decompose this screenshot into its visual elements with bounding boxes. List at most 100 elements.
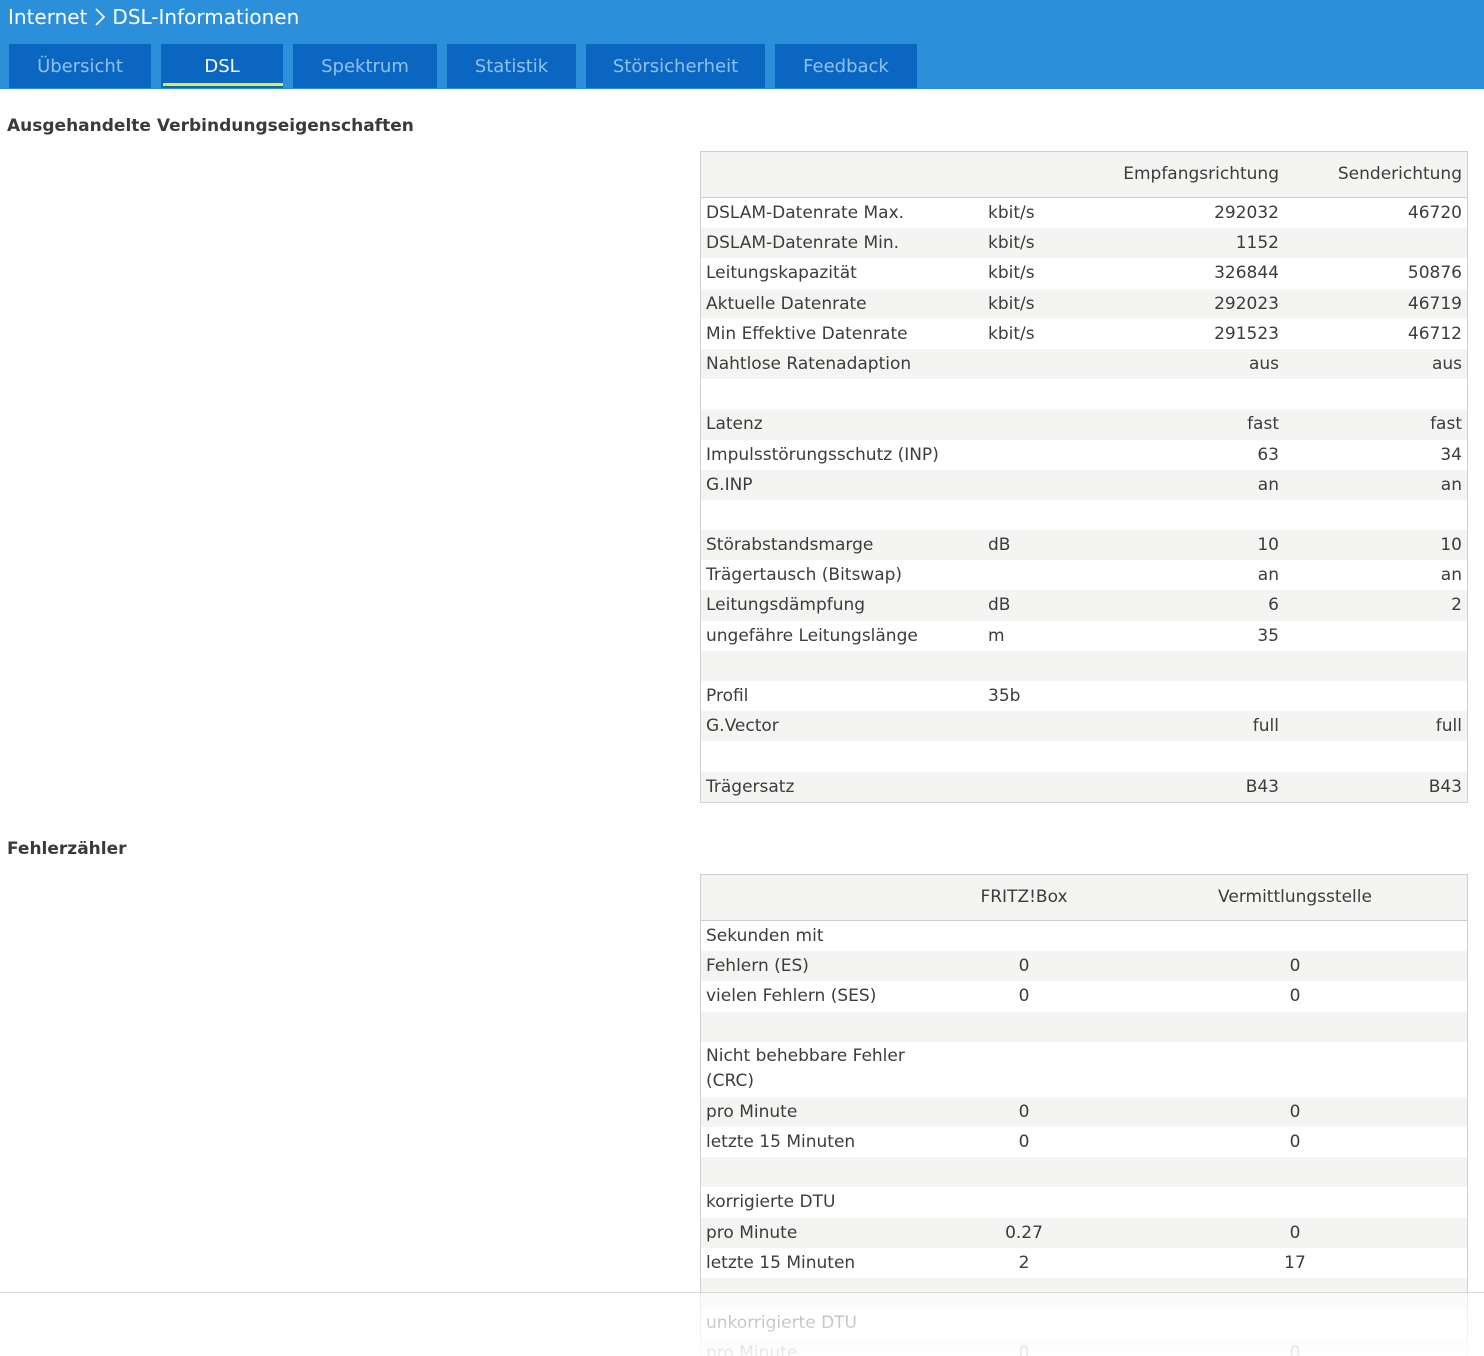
table-row: letzte 15 Minuten 0 0 (701, 1127, 1467, 1157)
row-exchange-value: 0 (1289, 1131, 1301, 1152)
row-upstream-value: 46712 (1407, 323, 1462, 344)
row-label: korrigierte DTU (706, 1192, 836, 1213)
table-row: Nahtlose Ratenadaption aus aus (701, 348, 1467, 380)
row-label: Leitungsdämpfung (706, 595, 866, 616)
table-row: letzte 15 Minuten 2 17 (701, 1248, 1467, 1278)
breadcrumb-internet[interactable]: Internet (8, 5, 87, 29)
connection-properties-table: Empfangsrichtung Senderichtung DSLAM-Dat… (700, 151, 1468, 803)
row-label: pro Minute (706, 1101, 798, 1122)
row-downstream-value: an (1257, 565, 1279, 586)
tab-dsl[interactable]: DSL (161, 44, 283, 88)
table-row: G.Vector full full (701, 711, 1467, 742)
row-upstream-value: aus (1431, 353, 1462, 374)
table-row: pro Minute 0 0 (701, 1338, 1467, 1356)
tab-stoersicherheit[interactable]: Störsicherheit (586, 44, 765, 88)
table-row: vielen Fehlern (SES) 0 0 (701, 981, 1467, 1011)
column-header-exchange: Vermittlungsstelle (1218, 887, 1372, 907)
row-upstream-value: an (1440, 565, 1462, 586)
row-label: letzte 15 Minuten (706, 1252, 856, 1273)
row-unit: kbit/s (988, 233, 1035, 254)
row-unit: m (988, 625, 1005, 646)
row-unit: kbit/s (988, 323, 1035, 344)
row-fritzbox-value: 2 (1018, 1252, 1030, 1273)
row-downstream-value: 292023 (1214, 293, 1279, 314)
column-header-downstream: Empfangsrichtung (1123, 164, 1279, 184)
row-label: ungefähre Leitungslänge (706, 625, 918, 646)
chevron-right-icon (92, 6, 108, 28)
row-label: Profil (706, 686, 749, 706)
table-row: Leitungskapazität kbit/s 326844 50876 (701, 258, 1467, 288)
tab-statistik[interactable]: Statistik (447, 44, 576, 88)
table-row (701, 1157, 1467, 1188)
row-exchange-value: 0 (1289, 1101, 1301, 1122)
table-row: pro Minute 0 0 (701, 1096, 1467, 1127)
row-exchange-value: 0 (1289, 1343, 1301, 1356)
row-label: Trägersatz (706, 776, 795, 797)
row-fritzbox-value: 0.27 (1005, 1222, 1043, 1243)
table-row: Min Effektive Datenrate kbit/s 291523 46712 (701, 319, 1467, 349)
row-exchange-value: 17 (1284, 1252, 1306, 1273)
row-unit: dB (988, 595, 1011, 616)
row-upstream-value: 46720 (1407, 203, 1462, 223)
row-label: Sekunden mit (706, 926, 824, 946)
row-label: vielen Fehlern (SES) (706, 986, 877, 1007)
row-label: Impulsstörungsschutz (INP) (706, 444, 939, 465)
row-downstream-value: 326844 (1214, 263, 1279, 284)
row-downstream-value: 10 (1257, 535, 1279, 556)
table-row (701, 500, 1467, 530)
row-downstream-value: an (1257, 474, 1279, 495)
row-downstream-value: 6 (1268, 595, 1279, 616)
row-label: Störabstandsmarge (706, 535, 874, 556)
tab-uebersicht[interactable]: Übersicht (9, 44, 151, 88)
row-label: G.INP (706, 474, 753, 495)
row-fritzbox-value: 0 (1018, 1131, 1030, 1152)
row-unit: 35b (988, 686, 1021, 706)
row-label: Nahtlose Ratenadaption (706, 353, 912, 374)
tab-spektrum[interactable]: Spektrum (293, 44, 437, 88)
row-downstream-value: 1152 (1235, 233, 1279, 254)
row-unit: kbit/s (988, 263, 1035, 284)
row-upstream-value: 34 (1440, 444, 1462, 465)
tab-feedback[interactable]: Feedback (775, 44, 917, 88)
table-row: Latenz fast fast (701, 409, 1467, 440)
table-row: unkorrigierte DTU (701, 1308, 1467, 1338)
row-fritzbox-value: 0 (1018, 956, 1030, 977)
table-body: Sekunden mit Fehlern (ES) 0 0 vielen Fehlern… (701, 921, 1467, 1356)
table-row: Störabstandsmarge dB 10 10 (701, 530, 1467, 561)
viewport-divider (0, 1292, 1484, 1293)
row-downstream-value: 291523 (1214, 323, 1279, 344)
row-label: G.Vector (706, 716, 779, 737)
row-downstream-value: full (1252, 716, 1279, 737)
row-label: Aktuelle Datenrate (706, 293, 867, 314)
row-unit: dB (988, 535, 1011, 556)
table-row: Profil 35b (701, 681, 1467, 711)
row-unit: kbit/s (988, 293, 1035, 314)
row-label: Nicht behebbare Fehler (CRC) (706, 1045, 905, 1091)
table-row: ungefähre Leitungslänge m 35 (701, 621, 1467, 651)
table-row: DSLAM-Datenrate Max. kbit/s 292032 46720 (701, 198, 1467, 228)
table-row: korrigierte DTU (701, 1187, 1467, 1217)
table-row (701, 650, 1467, 681)
table-row: DSLAM-Datenrate Min. kbit/s 1152 (701, 228, 1467, 259)
row-label: letzte 15 Minuten (706, 1131, 856, 1152)
row-fritzbox-value: 0 (1018, 986, 1030, 1007)
row-upstream-value: 50876 (1407, 263, 1462, 284)
row-unit: kbit/s (988, 203, 1035, 223)
error-counter-section-title: Fehlerzähler (7, 839, 127, 859)
row-label: DSLAM-Datenrate Max. (706, 203, 905, 223)
row-upstream-value: an (1440, 474, 1462, 495)
row-exchange-value: 0 (1289, 956, 1301, 977)
table-row: Leitungsdämpfung dB 6 2 (701, 590, 1467, 621)
table-row: Trägertausch (Bitswap) an an (701, 560, 1467, 590)
row-label: pro Minute (706, 1343, 798, 1356)
row-upstream-value: 46719 (1407, 293, 1462, 314)
table-row (701, 1011, 1467, 1042)
row-upstream-value: 2 (1451, 595, 1462, 616)
row-exchange-value: 0 (1289, 1222, 1301, 1243)
row-fritzbox-value: 0 (1018, 1343, 1030, 1356)
row-downstream-value: aus (1248, 353, 1279, 374)
table-row: Impulsstörungsschutz (INP) 63 34 (701, 440, 1467, 470)
row-label: unkorrigierte DTU (706, 1313, 857, 1334)
row-upstream-value: 10 (1440, 535, 1462, 556)
table-row (701, 379, 1467, 409)
